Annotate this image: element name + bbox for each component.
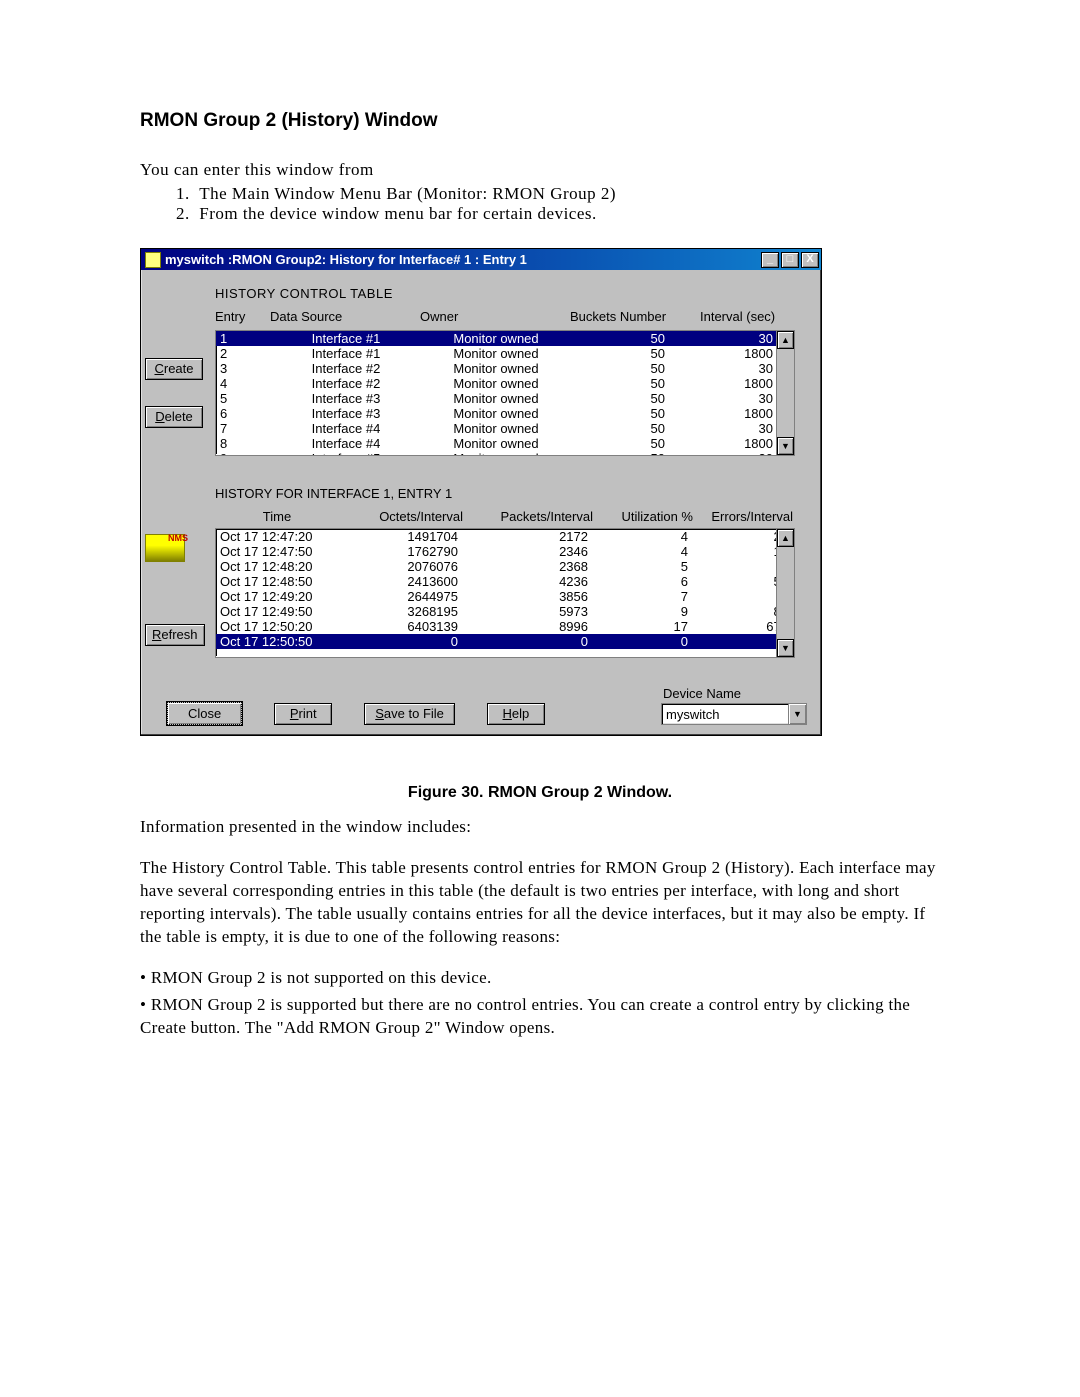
hist-column-headers: Time Octets/Interval Packets/Interval Ut… xyxy=(221,505,811,528)
maximize-icon[interactable]: □ xyxy=(781,252,799,268)
hist-col-time: Time xyxy=(221,509,351,524)
help-button[interactable]: HHelpelp xyxy=(487,703,545,725)
ctl-col-buckets: Buckets Number xyxy=(570,309,700,324)
table-row[interactable]: Oct 17 12:50:206403139899617671 xyxy=(216,619,777,634)
save-to-file-button[interactable]: SSave to Fileave to File xyxy=(364,703,455,725)
hist-col-util: Utilization % xyxy=(611,509,711,524)
print-button[interactable]: PPrintrint xyxy=(274,703,332,725)
section-heading: RMON Group 2 (History) Window xyxy=(140,110,940,132)
ctl-col-source: Data Source xyxy=(270,309,420,324)
table-row[interactable]: 1Interface #1Monitor owned5030 xyxy=(216,331,777,346)
close-icon[interactable]: X xyxy=(801,252,819,268)
history-control-paragraph: The History Control Table. This table pr… xyxy=(140,857,940,949)
intro-item-2-text: From the device window menu bar for cert… xyxy=(199,204,597,223)
intro-item-1-text: The Main Window Menu Bar (Monitor: RMON … xyxy=(199,184,616,203)
table-row[interactable]: Oct 17 12:48:202076076236852 xyxy=(216,559,777,574)
table-row[interactable]: 6Interface #3Monitor owned501800 xyxy=(216,406,777,421)
table-row[interactable]: Oct 17 12:47:5017627902346410 xyxy=(216,544,777,559)
info-presented-line: Information presented in the window incl… xyxy=(140,816,940,839)
intro-item-2: 2. From the device window menu bar for c… xyxy=(176,204,940,224)
table-row[interactable]: 2Interface #1Monitor owned501800 xyxy=(216,346,777,361)
table-row[interactable]: Oct 17 12:50:500000 xyxy=(216,634,777,649)
nms-icon xyxy=(145,534,185,562)
scroll-up-icon[interactable]: ▲ xyxy=(777,529,794,547)
figure-caption: Figure 30. RMON Group 2 Window. xyxy=(140,784,940,802)
hist-scrollbar[interactable]: ▲ ▼ xyxy=(776,529,794,657)
bullet-2: • RMON Group 2 is supported but there ar… xyxy=(140,994,940,1040)
scroll-down-icon[interactable]: ▼ xyxy=(777,437,794,455)
ctl-col-interval: Interval (sec) xyxy=(700,309,800,324)
table-row[interactable]: 8Interface #4Monitor owned501800 xyxy=(216,436,777,451)
chevron-down-icon[interactable]: ▼ xyxy=(788,704,806,724)
delete-button[interactable]: DDeleteelete xyxy=(145,406,203,428)
table-row[interactable]: 7Interface #4Monitor owned5030 xyxy=(216,421,777,436)
app-icon xyxy=(145,252,161,268)
ctl-col-owner: Owner xyxy=(420,309,570,324)
table-row[interactable]: Oct 17 12:49:5032681955973989 xyxy=(216,604,777,619)
table-row[interactable]: Oct 17 12:47:2014917042172422 xyxy=(216,529,777,544)
titlebar-caption: myswitch :RMON Group2: History for Inter… xyxy=(165,252,761,267)
history-listbox[interactable]: Oct 17 12:47:2014917042172422Oct 17 12:4… xyxy=(215,528,795,658)
ctl-scrollbar[interactable]: ▲ ▼ xyxy=(776,331,794,455)
ctl-col-entry: Entry xyxy=(215,309,270,324)
close-button[interactable]: CCloselose xyxy=(167,702,242,725)
bullet-2-text: RMON Group 2 is supported but there are … xyxy=(140,995,910,1037)
titlebar[interactable]: myswitch :RMON Group2: History for Inter… xyxy=(141,249,821,270)
rmon-history-window: myswitch :RMON Group2: History for Inter… xyxy=(140,248,822,736)
table-row[interactable]: 4Interface #2Monitor owned501800 xyxy=(216,376,777,391)
history-control-listbox[interactable]: 1Interface #1Monitor owned50302Interface… xyxy=(215,330,795,456)
table-row[interactable]: Oct 17 12:48:5024136004236658 xyxy=(216,574,777,589)
scroll-up-icon[interactable]: ▲ xyxy=(777,331,794,349)
history-control-table-label: HISTORY CONTROL TABLE xyxy=(215,286,811,301)
hist-col-errors: Errors/Interval xyxy=(711,509,811,524)
intro-line: You can enter this window from xyxy=(140,160,940,180)
hist-col-packets: Packets/Interval xyxy=(481,509,611,524)
intro-item-1: 1. The Main Window Menu Bar (Monitor: RM… xyxy=(176,184,940,204)
bullet-1: • RMON Group 2 is not supported on this … xyxy=(140,967,940,990)
table-row[interactable]: Oct 17 12:49:202644975385678 xyxy=(216,589,777,604)
table-row[interactable]: 9Interface #5Monitor owned5030 xyxy=(216,451,777,456)
table-row[interactable]: 3Interface #2Monitor owned5030 xyxy=(216,361,777,376)
history-panel-label: HISTORY FOR INTERFACE 1, ENTRY 1 xyxy=(215,486,811,501)
scroll-down-icon[interactable]: ▼ xyxy=(777,639,794,657)
refresh-button[interactable]: RRefreshefresh xyxy=(145,624,205,646)
create-button[interactable]: CCreatereate xyxy=(145,358,203,380)
device-name-label: Device Name xyxy=(661,686,807,701)
hist-col-octets: Octets/Interval xyxy=(351,509,481,524)
device-name-combo[interactable]: myswitch ▼ xyxy=(661,703,807,725)
minimize-icon[interactable]: _ xyxy=(761,252,779,268)
ctl-column-headers: Entry Data Source Owner Buckets Number I… xyxy=(215,305,811,330)
table-row[interactable]: 5Interface #3Monitor owned5030 xyxy=(216,391,777,406)
device-name-value: myswitch xyxy=(666,707,719,722)
bullet-1-text: RMON Group 2 is not supported on this de… xyxy=(151,968,492,987)
